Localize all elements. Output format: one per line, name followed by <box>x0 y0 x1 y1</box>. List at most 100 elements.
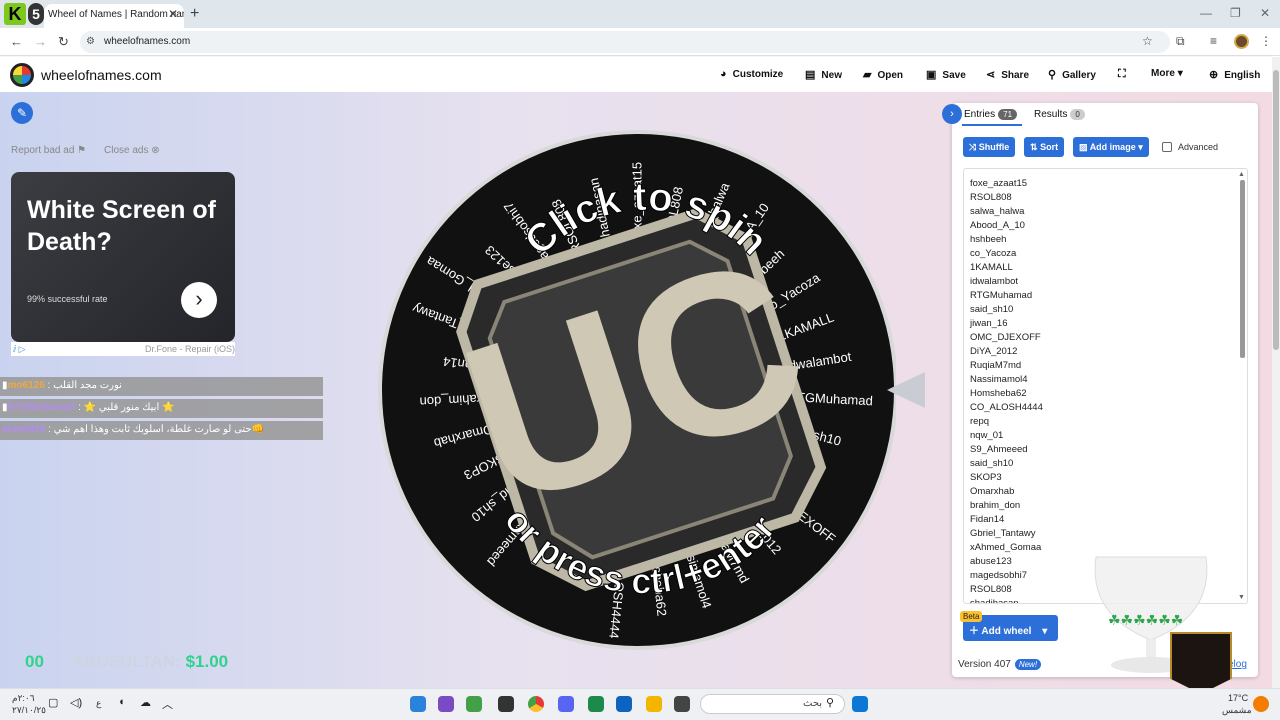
entry-item[interactable]: Omarxhab <box>970 485 1043 499</box>
sort-button[interactable]: ⇅ Sort <box>1024 137 1065 157</box>
tab-entries[interactable]: Entries 71 <box>964 109 1018 120</box>
ad-card[interactable]: White Screen of Death? 99% successful ra… <box>11 172 235 342</box>
wheel-logo-icon[interactable] <box>10 63 34 87</box>
discord-icon[interactable] <box>558 696 574 712</box>
entry-item[interactable]: RSOL808 <box>970 191 1043 205</box>
app-icon[interactable] <box>410 696 426 712</box>
more-button[interactable]: More ▾ <box>1151 68 1183 79</box>
shuffle-button[interactable]: ⤨ Shuffle <box>963 137 1016 157</box>
entry-item[interactable]: DiYA_2012 <box>970 345 1043 359</box>
entry-item[interactable]: shadihasan <box>970 597 1043 603</box>
entry-item[interactable]: 1KAMALL <box>970 261 1043 275</box>
app-icon[interactable] <box>498 696 514 712</box>
open-button[interactable]: ▰ Open <box>863 68 903 81</box>
entry-item[interactable]: co_Yacoza <box>970 247 1043 261</box>
notification-icon[interactable]: ▢ <box>48 696 64 712</box>
app-icon[interactable] <box>466 696 482 712</box>
wheel-svg[interactable]: foxe_azaat15RSOL808salwa_halwaAbood_A_10… <box>376 128 898 652</box>
app-icon[interactable] <box>674 696 690 712</box>
entry-item[interactable]: RTGMuhamad <box>970 289 1043 303</box>
entry-item[interactable]: hshbeeh <box>970 233 1043 247</box>
reading-list-icon[interactable]: ≡ <box>1210 34 1217 48</box>
speaker-icon[interactable]: ◁) <box>70 696 86 712</box>
report-ad-link[interactable]: Report bad ad ⚑ <box>11 145 86 156</box>
entry-item[interactable]: brahim_don <box>970 499 1043 513</box>
browser-menu-icon[interactable]: ⋮ <box>1260 34 1272 48</box>
tab-results[interactable]: Results 0 <box>1034 109 1085 120</box>
restore-icon[interactable]: ❐ <box>1230 6 1241 20</box>
taskbar-search-field[interactable] <box>700 694 845 714</box>
entry-item[interactable]: S9_Ahmeeed <box>970 443 1043 457</box>
new-tab-icon[interactable]: + <box>190 5 199 23</box>
mic-icon[interactable]: ◖ <box>118 696 134 712</box>
cloud-icon[interactable]: ☁ <box>140 696 156 712</box>
profile-logo-5[interactable]: 5 <box>28 3 44 25</box>
entry-item[interactable]: said_sh10 <box>970 457 1043 471</box>
new-button[interactable]: ▤ New <box>805 68 842 81</box>
collapse-panel-icon[interactable]: › <box>942 104 962 124</box>
browser-tab[interactable]: Wheel of Names | Random nam <box>44 4 184 28</box>
store-icon[interactable] <box>616 696 632 712</box>
page-scrollbar-thumb[interactable] <box>1273 70 1279 350</box>
back-icon[interactable]: ← <box>10 34 23 49</box>
taskbar-date[interactable]: ٢٧/١٠/٢٥ <box>12 705 46 716</box>
entry-item[interactable]: xAhmed_Gomaa <box>970 541 1043 555</box>
taskbar-time[interactable]: ٢:٠٦م <box>12 693 35 704</box>
entry-item[interactable]: magedsobhi7 <box>970 569 1043 583</box>
entry-item[interactable]: Abood_A_10 <box>970 219 1043 233</box>
entry-item[interactable]: jiwan_16 <box>970 317 1043 331</box>
spin-wheel[interactable]: foxe_azaat15RSOL808salwa_halwaAbood_A_10… <box>376 128 898 652</box>
entry-item[interactable]: Homsheba62 <box>970 387 1043 401</box>
app-icon[interactable] <box>438 696 454 712</box>
close-window-icon[interactable]: ✕ <box>1260 6 1270 20</box>
close-ads-link[interactable]: Close ads ⊗ <box>104 145 160 156</box>
save-button[interactable]: ▣ Save <box>926 68 966 81</box>
input-language[interactable]: ع <box>96 698 101 709</box>
weather-temp[interactable]: 17°C <box>1228 693 1248 703</box>
scroll-down-icon[interactable]: ▼ <box>1238 594 1245 601</box>
profile-avatar[interactable] <box>1234 34 1249 49</box>
entry-item[interactable]: abuse123 <box>970 555 1043 569</box>
extensions-icon[interactable]: ⧉ <box>1176 34 1185 49</box>
tab-close-icon[interactable]: ✕ <box>168 7 178 21</box>
language-button[interactable]: ⊕ English <box>1209 68 1260 81</box>
site-info-icon[interactable]: ⚙ <box>86 36 95 47</box>
entry-item[interactable]: Nassimamol4 <box>970 373 1043 387</box>
entries-textarea[interactable]: foxe_azaat15 RSOL808 salwa_halwa Abood_A_10… <box>963 168 1248 604</box>
gallery-button[interactable]: ⚲ Gallery <box>1048 68 1096 81</box>
scroll-up-icon[interactable]: ▲ <box>1238 171 1245 178</box>
entry-item[interactable]: nqw_01 <box>970 429 1043 443</box>
minimize-icon[interactable]: — <box>1200 6 1212 20</box>
entries-scrollbar[interactable] <box>1240 180 1245 358</box>
ad-choices-icon[interactable]: ⅈ ▷ <box>13 344 26 355</box>
forward-icon[interactable]: → <box>34 34 47 49</box>
weather-desc[interactable]: مشمس <box>1222 705 1252 716</box>
customize-button[interactable]: ◕ Customize <box>720 68 783 80</box>
profile-logo-k[interactable]: K <box>4 3 26 25</box>
entry-item[interactable]: foxe_azaat15 <box>970 177 1043 191</box>
entry-item[interactable]: Gbriel_Tantawy <box>970 527 1043 541</box>
fullscreen-button[interactable]: ⛶ <box>1118 68 1132 81</box>
windows-start-icon[interactable] <box>852 696 868 712</box>
entry-item[interactable]: idwalambot <box>970 275 1043 289</box>
entry-item[interactable]: OMC_DJEXOFF <box>970 331 1043 345</box>
tray-chevron-icon[interactable]: ︿ <box>162 696 178 712</box>
chrome-icon[interactable] <box>528 696 544 712</box>
entry-item[interactable]: SKOP3 <box>970 471 1043 485</box>
ad-arrow-icon[interactable]: › <box>181 282 217 318</box>
edit-pencil-icon[interactable]: ✎ <box>11 102 33 124</box>
entry-item[interactable]: Fidan14 <box>970 513 1043 527</box>
entry-item[interactable]: repq <box>970 415 1043 429</box>
file-explorer-icon[interactable] <box>646 696 662 712</box>
entry-item[interactable]: salwa_halwa <box>970 205 1043 219</box>
share-button[interactable]: ⋖ Share <box>986 68 1029 81</box>
entry-item[interactable]: said_sh10 <box>970 303 1043 317</box>
entry-item[interactable]: RuqiaM7md <box>970 359 1043 373</box>
reload-icon[interactable]: ↻ <box>58 34 69 50</box>
bookmark-star-icon[interactable]: ☆ <box>1142 34 1153 48</box>
url-field[interactable]: wheelofnames.com <box>80 31 1170 53</box>
site-name[interactable]: wheelofnames.com <box>41 67 162 83</box>
app-icon[interactable] <box>588 696 604 712</box>
entry-item[interactable]: CO_ALOSH4444 <box>970 401 1043 415</box>
entry-item[interactable]: RSOL808 <box>970 583 1043 597</box>
